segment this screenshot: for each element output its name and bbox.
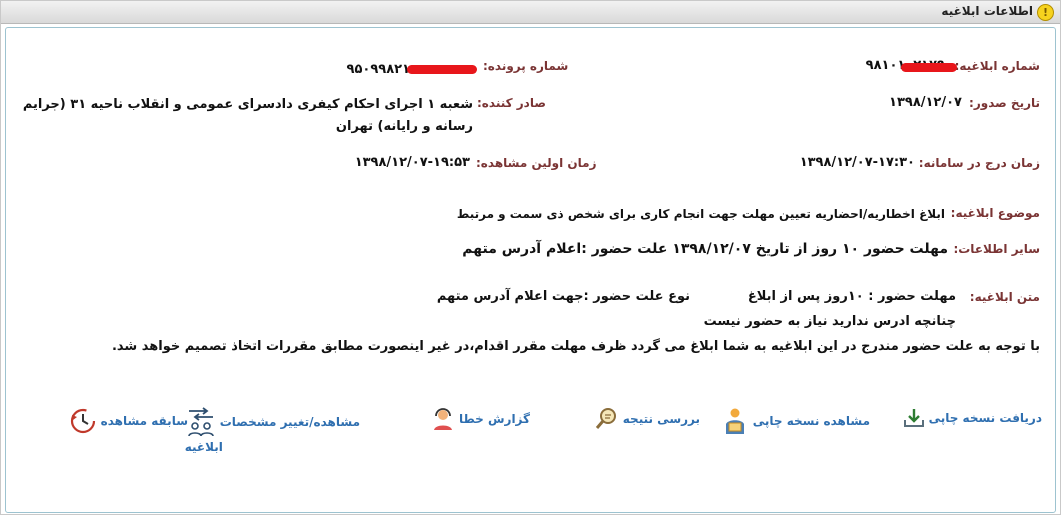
view-print-button[interactable]: مشاهده نسخه چاپی (720, 406, 870, 436)
subject-value: ابلاغ اخطاریه/احضاریه تعیین مهلت جهت انج… (456, 207, 945, 221)
view-change-specs-label: مشاهده/تغییر مشخصات (219, 415, 360, 429)
system-entry-label: زمان درج در سامانه: (918, 156, 1040, 170)
notice-window: ! اطلاعات ابلاغیه شماره ابلاغیه: ۹۸۱۰۱۰۲… (0, 0, 1061, 515)
issue-date-value: ۱۳۹۸/۱۲/۰۷ (889, 95, 962, 110)
review-result-label: بررسی نتیجه (622, 412, 700, 426)
warning-icon: ! (1037, 4, 1054, 21)
notice-text-line3: با توجه به علت حضور مندرج در این ابلاغیه… (111, 339, 1040, 354)
report-error-label: گزارش خطا (458, 412, 530, 426)
issue-date-label: تاریخ صدور: (969, 96, 1040, 110)
notice-text-line1-reason: نوع علت حضور :جهت اعلام آدرس متهم (436, 289, 690, 304)
view-change-specs-button[interactable]: مشاهده/تغییر مشخصات ابلاغیه (185, 406, 360, 454)
support-agent-icon (433, 408, 452, 430)
system-entry-value: ۱۳۹۸/۱۲/۰۷-۱۷:۳۰ (799, 155, 915, 170)
view-history-label: سابقه مشاهده (100, 414, 188, 428)
reading-person-icon (725, 408, 744, 434)
other-info-label: سایر اطلاعات: (953, 242, 1040, 256)
other-info-value: مهلت حضور ۱۰ روز از تاریخ ۱۳۹۸/۱۲/۰۷ علت… (462, 241, 948, 257)
notice-text-label: متن ابلاغیه: (969, 290, 1040, 304)
first-view-label: زمان اولین مشاهده: (476, 156, 597, 170)
notice-number-label: شماره ابلاغیه: (954, 59, 1040, 73)
subject-label: موضوع ابلاغیه: (950, 206, 1040, 220)
issuer-label: صادر کننده: (477, 96, 546, 110)
review-result-button[interactable]: بررسی نتیجه (594, 406, 700, 432)
notice-text-line2: چنانچه ادرس ندارید نیاز به حضور نیست (703, 314, 956, 329)
redaction-mark (901, 63, 957, 72)
receive-print-button[interactable]: دریافت نسخه چاپی (902, 406, 1042, 430)
window-titlebar: ! اطلاعات ابلاغیه (1, 1, 1060, 24)
view-history-button[interactable]: سابقه مشاهده (68, 406, 188, 436)
first-view-value: ۱۳۹۸/۱۲/۰۷-۱۹:۵۳ (354, 155, 470, 170)
issuer-value: شعبه ۱ اجرای احکام کیفری دادسرای عمومی و… (22, 97, 473, 134)
window-title: اطلاعات ابلاغیه (941, 4, 1033, 18)
report-error-button[interactable]: گزارش خطا (430, 406, 530, 432)
download-icon (903, 409, 924, 427)
notice-text-line1-deadline: مهلت حضور : ۱۰روز پس از ابلاغ (747, 289, 956, 304)
people-swap-icon (187, 407, 214, 437)
receive-print-label: دریافت نسخه چاپی (928, 411, 1042, 425)
view-print-label: مشاهده نسخه چاپی (752, 414, 870, 428)
history-clock-icon (70, 408, 95, 434)
case-number-value: ۹۵۰۹۹۸۲۱ (346, 62, 410, 77)
search-document-icon (595, 408, 616, 429)
case-number-label: شماره پرونده: (483, 59, 569, 73)
redaction-mark (407, 65, 477, 74)
view-change-specs-label-line2: ابلاغیه (184, 440, 223, 454)
